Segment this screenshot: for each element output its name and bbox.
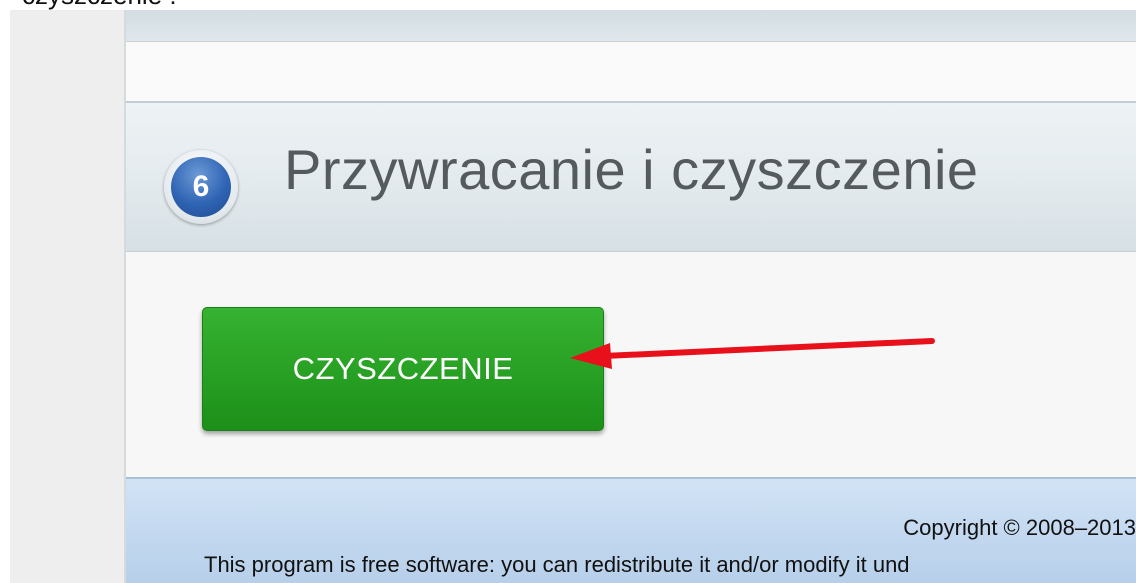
top-strip xyxy=(126,10,1136,42)
main-panel: 6 Przywracanie i czyszczenie CZYSZCZENIE… xyxy=(124,10,1136,583)
copyright-text: Copyright © 2008–2013 xyxy=(903,515,1136,540)
screenshot-page: czyszczenie : 6 Przywracanie i czyszczen… xyxy=(0,0,1136,583)
number-circle-icon: 6 xyxy=(164,150,238,224)
section-header: 6 Przywracanie i czyszczenie xyxy=(126,103,1136,252)
step-number: 6 xyxy=(171,157,231,217)
left-gutter xyxy=(10,10,124,583)
spacer-strip xyxy=(126,42,1136,103)
arrow-shaft xyxy=(601,338,935,359)
clean-button[interactable]: CZYSZCZENIE xyxy=(202,307,604,431)
footer: Copyright © 2008–2013 This program is fr… xyxy=(126,479,1136,583)
license-text: This program is free software: you can r… xyxy=(204,552,910,577)
section-title: Przywracanie i czyszczenie xyxy=(284,138,979,201)
section-content: CZYSZCZENIE xyxy=(126,252,1136,479)
